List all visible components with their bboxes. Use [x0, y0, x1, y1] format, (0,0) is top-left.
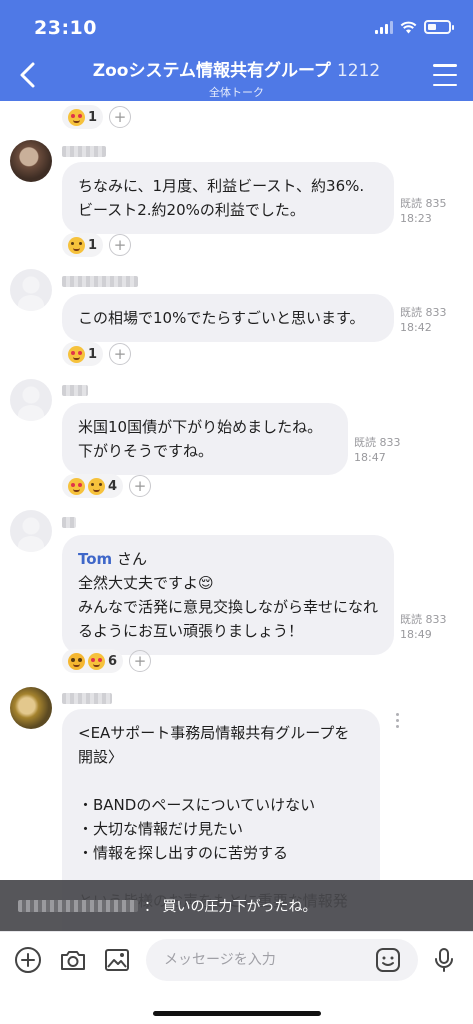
avatar[interactable]: [10, 269, 52, 311]
reaction-pill[interactable]: 6: [62, 649, 124, 673]
sender-name: [62, 385, 88, 396]
message-text: 全然大丈夫ですよ😌 みんなで活発に意見交換しながら幸せになれるようにお互い頑張り…: [78, 574, 379, 640]
chat-header: 23:10 Zooシステム情報共有グループ 1212 全体トーク: [0, 0, 473, 101]
group-name: Zooシステム情報共有グループ: [92, 61, 331, 81]
message-bubble[interactable]: この相場で10%でたらすごいと思います。: [62, 294, 394, 342]
add-reaction-button[interactable]: +: [129, 475, 152, 497]
menu-button[interactable]: [433, 64, 457, 86]
chat-title: Zooシステム情報共有グループ 1212: [60, 56, 413, 81]
heart-eyes-emoji-icon: [68, 477, 85, 495]
message-time: 18:49: [400, 628, 432, 641]
wifi-icon: [400, 21, 417, 33]
chat-subtitle: 全体トーク: [209, 86, 264, 99]
status-time: 23:10: [34, 17, 97, 39]
toast-text: ： 買いの圧力下がったね。: [144, 898, 317, 915]
reaction-count: 1: [88, 237, 98, 253]
plus-circle-icon[interactable]: [12, 944, 44, 976]
grimace-emoji-icon: [68, 236, 85, 254]
add-reaction-button[interactable]: +: [109, 106, 132, 128]
read-count: 既読 833: [400, 306, 447, 319]
reaction-row: 1 +: [62, 105, 132, 129]
grimace-emoji-icon: [88, 477, 105, 495]
message-meta: 既読 833 18:42: [400, 305, 447, 335]
mention-line: Tom さん: [78, 547, 378, 571]
reaction-count: 6: [108, 653, 118, 669]
message-time: 18:42: [400, 321, 432, 334]
reaction-pill[interactable]: 4: [62, 474, 124, 498]
avatar[interactable]: [10, 140, 52, 182]
avatar[interactable]: [10, 510, 52, 552]
reaction-row: 6 +: [62, 649, 152, 673]
new-message-toast[interactable]: ： 買いの圧力下がったね。: [0, 880, 473, 931]
heart-eyes-emoji-icon: [68, 345, 85, 363]
heart-eyes-emoji-icon: [88, 652, 105, 670]
battery-icon: [424, 20, 454, 34]
reaction-row: 1 +: [62, 233, 132, 257]
add-reaction-button[interactable]: +: [109, 234, 132, 256]
add-reaction-button[interactable]: +: [129, 650, 152, 672]
image-icon[interactable]: [101, 944, 133, 976]
message-bubble[interactable]: 米国10国債が下がり始めましたね。 下がりそうですね。: [62, 403, 348, 475]
reaction-count: 1: [88, 346, 98, 362]
message-time: 18:23: [400, 212, 432, 225]
reaction-row: 1 +: [62, 342, 132, 366]
toast-sender: [18, 899, 138, 912]
reaction-count: 4: [108, 478, 118, 494]
reaction-pill[interactable]: 1: [62, 233, 104, 257]
camera-icon[interactable]: [57, 944, 89, 976]
heart-eyes-emoji-icon: [68, 108, 85, 126]
reaction-pill[interactable]: 1: [62, 342, 104, 366]
message-meta: 既読 835 18:23: [400, 196, 447, 226]
grinning-emoji-icon: [68, 652, 85, 670]
message-list[interactable]: 1 + ちなみに、1月度、利益ビースト、約36%. ビースト2.約20%の利益で…: [0, 101, 473, 931]
microphone-icon[interactable]: [428, 944, 460, 976]
reaction-row: 4 +: [62, 474, 152, 498]
avatar[interactable]: [10, 379, 52, 421]
member-count: 1212: [336, 61, 381, 81]
signal-icon: [375, 20, 393, 34]
read-count: 既読 835: [400, 197, 447, 210]
back-button[interactable]: [14, 58, 44, 92]
mention-suffix: さん: [112, 550, 147, 568]
reaction-count: 1: [88, 109, 98, 125]
message-meta: 既読 833 18:49: [400, 612, 447, 642]
add-reaction-button[interactable]: +: [109, 343, 132, 365]
read-count: 既読 833: [400, 613, 447, 626]
sticker-icon[interactable]: [374, 946, 402, 974]
chat-title-area[interactable]: Zooシステム情報共有グループ 1212 全体トーク: [60, 56, 413, 100]
more-options-icon[interactable]: [396, 713, 399, 728]
mention-tag[interactable]: Tom: [78, 550, 112, 568]
message-bubble[interactable]: Tom さん 全然大丈夫ですよ😌 みんなで活発に意見交換しながら幸せになれるよう…: [62, 535, 394, 655]
message-meta: 既読 833 18:47: [354, 435, 401, 465]
read-count: 既読 833: [354, 436, 401, 449]
reaction-pill[interactable]: 1: [62, 105, 104, 129]
sender-name: [62, 146, 106, 157]
home-indicator: [153, 1011, 321, 1016]
avatar[interactable]: [10, 687, 52, 729]
message-bubble[interactable]: ちなみに、1月度、利益ビースト、約36%. ビースト2.約20%の利益でした。: [62, 162, 394, 234]
message-time: 18:47: [354, 451, 386, 464]
input-bar: [0, 931, 473, 1024]
sender-name: [62, 276, 138, 287]
sender-name: [62, 517, 76, 528]
sender-name: [62, 693, 112, 704]
status-icons: [375, 20, 454, 34]
